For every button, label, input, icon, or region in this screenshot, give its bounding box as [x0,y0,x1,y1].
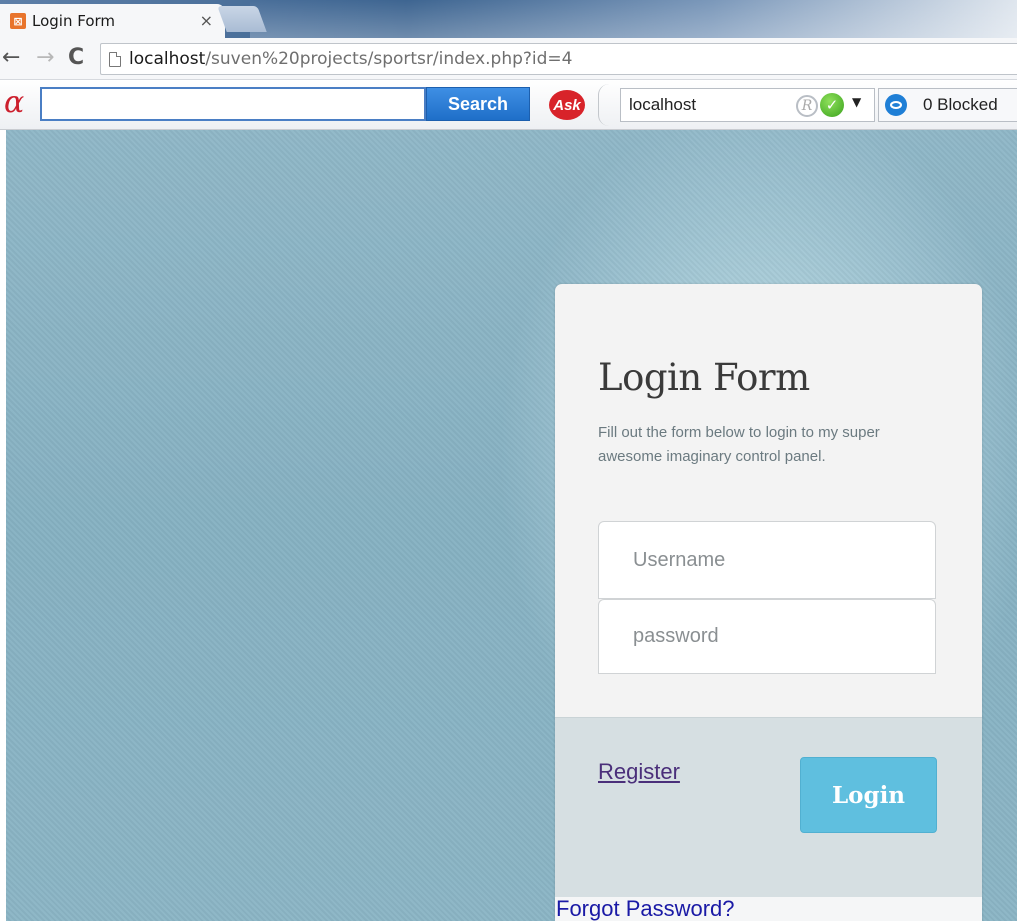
address-bar[interactable]: localhost/suven%20projects/sportsr/index… [100,43,1017,75]
toolbar-search-input[interactable] [40,87,426,121]
tab-close-icon[interactable]: × [200,11,213,30]
url-path: /suven%20projects/sportsr/index.php?id=4 [205,49,573,69]
tab-title: Login Form [32,12,116,30]
site-rating-icon[interactable]: R [796,95,818,117]
blocker-widget[interactable]: 0 Blocked [878,88,1017,122]
xampp-favicon-icon: ⊠ [10,13,26,29]
blocked-count: 0 Blocked [923,95,998,114]
form-description: Fill out the form below to login to my s… [598,424,880,465]
login-card: Login Form Fill out the form below to lo… [555,284,982,921]
url-host: localhost [129,49,206,69]
back-arrow-icon[interactable]: ← [2,46,20,70]
new-tab-button[interactable] [217,6,267,32]
register-link[interactable]: Register [598,759,680,785]
eye-icon [885,94,907,116]
login-button[interactable]: Login [800,757,937,833]
avira-logo-icon[interactable]: α [4,86,24,120]
toolbar-search-button[interactable]: Search [426,87,530,121]
navigation-bar: ← → C localhost/suven%20projects/sportsr… [0,38,1017,80]
forgot-strip: Forgot Password? [555,897,982,921]
reload-icon[interactable]: C [68,46,84,70]
page-title: Login Form [598,356,810,399]
forgot-password-link[interactable]: Forgot Password? [556,897,735,921]
form-footer: Register Login [555,717,982,898]
toolbar-divider [598,84,609,126]
password-field[interactable] [598,599,936,674]
browser-tab[interactable]: ⊠ Login Form × [0,4,225,38]
dropdown-arrow-icon[interactable]: ▼ [852,95,861,109]
forward-arrow-icon[interactable]: → [36,46,54,70]
ask-logo-icon[interactable]: Ask [549,90,585,120]
safe-check-icon[interactable]: ✓ [820,93,844,117]
page-icon [109,51,121,67]
username-field[interactable] [598,521,936,599]
search-toolbar: α Search Ask localhost R ✓ ▼ 0 Blocked [0,80,1017,130]
tab-strip: ⊠ Login Form × [0,0,1017,38]
